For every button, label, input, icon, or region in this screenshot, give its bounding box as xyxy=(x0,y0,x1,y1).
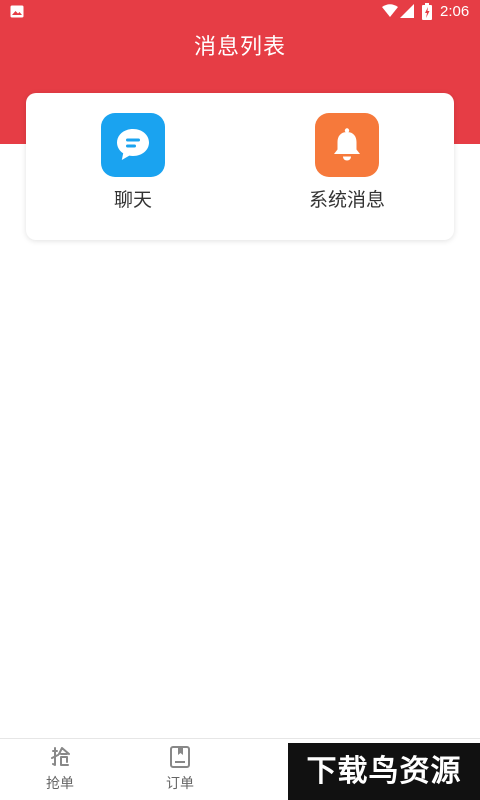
chat-bubble-icon xyxy=(117,129,149,160)
status-bar: 2:06 xyxy=(0,0,480,24)
battery-charging-icon xyxy=(422,3,432,20)
bell-icon xyxy=(334,128,360,161)
tab-grab-order-label: 抢单 xyxy=(46,776,74,792)
cellular-signal-icon xyxy=(400,4,414,18)
chat-icon-tile xyxy=(101,113,165,177)
message-category-card: 聊天 系统消息 xyxy=(26,93,454,240)
system-message-entry[interactable]: 系统消息 xyxy=(267,113,427,223)
tab-orders[interactable]: 订单 xyxy=(120,739,240,800)
watermark: 下载鸟资源 xyxy=(288,743,480,800)
chat-entry[interactable]: 聊天 xyxy=(53,113,213,223)
wifi-icon xyxy=(382,4,398,17)
order-book-icon xyxy=(170,746,190,768)
gallery-icon xyxy=(10,5,24,18)
status-time: 2:06 xyxy=(440,3,470,20)
tab-grab-order[interactable]: 抢单 xyxy=(0,739,120,800)
grab-order-icon xyxy=(51,747,70,766)
chat-label: 聊天 xyxy=(113,189,152,211)
page-title: 消息列表 xyxy=(193,35,286,60)
system-message-icon-tile xyxy=(315,113,379,177)
tab-orders-label: 订单 xyxy=(166,776,194,792)
system-message-label: 系统消息 xyxy=(308,189,385,211)
